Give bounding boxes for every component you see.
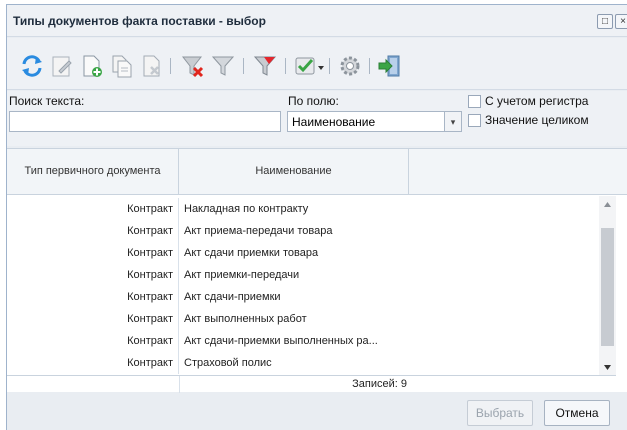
case-sensitive-checkbox[interactable] bbox=[468, 95, 481, 108]
table-row[interactable]: Контракт Акт приема-передачи товара bbox=[7, 220, 599, 242]
cell-type: Контракт bbox=[7, 286, 179, 308]
cell-type: Контракт bbox=[7, 264, 179, 286]
cancel-button[interactable]: Отмена bbox=[544, 400, 610, 426]
table-row[interactable]: Контракт Акт сдачи-приемки выполненных р… bbox=[7, 330, 599, 352]
cell-name: Накладная по контракту bbox=[184, 203, 309, 215]
case-sensitive-label: С учетом регистра bbox=[485, 94, 589, 108]
chevron-down-icon[interactable]: ▾ bbox=[445, 111, 462, 132]
delete-icon[interactable] bbox=[139, 53, 165, 79]
cell-name: Акт сдачи-приемки выполненных ра... bbox=[184, 335, 378, 347]
search-text-label: Поиск текста: bbox=[9, 94, 85, 108]
toolbar-separator bbox=[170, 58, 171, 74]
cell-name: Акт приема-передачи товара bbox=[184, 225, 333, 237]
restore-button[interactable]: □ bbox=[597, 14, 613, 29]
search-input[interactable] bbox=[9, 111, 281, 132]
data-grid: Тип первичного документа Наименование Ко… bbox=[7, 148, 627, 393]
scroll-down-icon[interactable] bbox=[602, 363, 613, 372]
copy-icon[interactable] bbox=[109, 53, 135, 79]
column-header-type[interactable]: Тип первичного документа bbox=[7, 149, 179, 194]
cell-type: Контракт bbox=[7, 220, 179, 242]
records-count: Записей: 9 bbox=[352, 378, 407, 390]
cell-type: Контракт bbox=[7, 308, 179, 330]
whole-value-label: Значение целиком bbox=[485, 113, 589, 127]
cell-type: Контракт bbox=[7, 352, 179, 374]
toolbar-separator bbox=[369, 58, 370, 74]
toolbar-separator bbox=[329, 58, 330, 74]
table-row[interactable]: Контракт Акт сдачи приемки товара bbox=[7, 242, 599, 264]
grid-footer: Записей: 9 bbox=[7, 375, 616, 393]
filter-icon[interactable] bbox=[210, 53, 236, 79]
filter-settings-icon[interactable] bbox=[252, 53, 278, 79]
footer-divider bbox=[179, 376, 180, 393]
grid-header: Тип первичного документа Наименование bbox=[7, 149, 627, 195]
column-header-name[interactable]: Наименование bbox=[179, 149, 409, 194]
cell-name: Акт сдачи приемки товара bbox=[184, 247, 319, 259]
cell-type: Контракт bbox=[7, 330, 179, 352]
dialog-window: Типы документов факта поставки - выбор □… bbox=[6, 4, 627, 430]
table-row[interactable]: Контракт Акт приемки-передачи bbox=[7, 264, 599, 286]
toolbar bbox=[7, 38, 627, 90]
cell-type: Контракт bbox=[7, 198, 179, 220]
whole-value-checkbox[interactable] bbox=[468, 114, 481, 127]
scroll-up-icon[interactable] bbox=[602, 200, 613, 209]
toolbar-separator bbox=[243, 58, 244, 74]
table-row[interactable]: Контракт Акт выполненных работ bbox=[7, 308, 599, 330]
field-label: По полю: bbox=[288, 94, 339, 108]
add-icon[interactable] bbox=[79, 53, 105, 79]
cell-name: Акт выполненных работ bbox=[184, 313, 307, 325]
refresh-icon[interactable] bbox=[19, 53, 45, 79]
scrollbar-thumb[interactable] bbox=[601, 228, 614, 346]
table-row[interactable]: Контракт Накладная по контракту bbox=[7, 198, 599, 220]
button-bar: Выбрать Отмена bbox=[7, 396, 627, 430]
field-select[interactable]: Наименование bbox=[287, 111, 445, 132]
check-dropdown-icon[interactable] bbox=[293, 53, 327, 79]
close-button[interactable]: × bbox=[615, 14, 627, 29]
window-title: Типы документов факта поставки - выбор bbox=[13, 14, 266, 28]
title-bar: Типы документов факта поставки - выбор □… bbox=[7, 5, 627, 37]
toolbar-separator bbox=[285, 58, 286, 74]
cell-name: Страховой полис bbox=[184, 357, 272, 369]
cell-name: Акт сдачи-приемки bbox=[184, 291, 281, 303]
gear-icon[interactable] bbox=[337, 53, 363, 79]
table-row[interactable]: Контракт Акт сдачи-приемки bbox=[7, 286, 599, 308]
exit-icon[interactable] bbox=[377, 53, 403, 79]
cell-type: Контракт bbox=[7, 242, 179, 264]
select-button[interactable]: Выбрать bbox=[467, 400, 533, 426]
table-row[interactable]: Контракт Страховой полис bbox=[7, 352, 599, 374]
cell-name: Акт приемки-передачи bbox=[184, 269, 300, 281]
edit-icon[interactable] bbox=[49, 53, 75, 79]
search-panel: Поиск текста: По полю: Наименование ▾ С … bbox=[7, 91, 627, 146]
clear-filter-icon[interactable] bbox=[180, 53, 206, 79]
